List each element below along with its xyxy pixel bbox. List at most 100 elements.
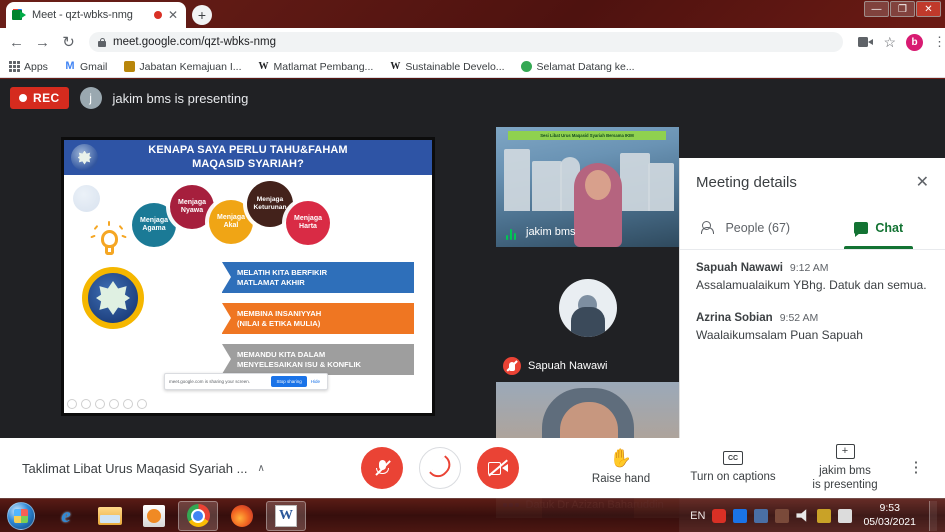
more-options-icon[interactable]: ⋮ (901, 460, 931, 475)
tab-chat[interactable]: Chat (813, 206, 945, 249)
windows-taskbar: e EN 9:53 05/03/2021 (0, 498, 945, 532)
word-icon (275, 504, 297, 527)
bookmark-label: Gmail (79, 60, 108, 73)
browser-tab-meet[interactable]: Meet - qzt-wbks-nmg ✕ (6, 2, 186, 28)
taskbar-microsoft-word[interactable] (266, 500, 306, 531)
meeting-title-group[interactable]: Taklimat Libat Urus Maqasid Syariah ... … (0, 461, 340, 476)
message-author: Azrina Sobian (696, 311, 773, 324)
camera-toggle-button[interactable] (477, 447, 519, 489)
chevron-up-icon[interactable]: ∧ (257, 463, 264, 474)
minimize-icon[interactable]: — (864, 1, 889, 17)
forward-icon[interactable]: → (34, 34, 51, 51)
bookmark-gmail[interactable]: M Gmail (64, 61, 107, 73)
bookmark-label: Apps (24, 60, 48, 73)
tab-people[interactable]: People (67) (680, 206, 813, 249)
participant-tile-sapuah-nawawi[interactable]: Sapuah Nawawi (496, 247, 679, 382)
start-button[interactable] (0, 500, 42, 532)
hardware-tray-icon[interactable] (775, 508, 790, 523)
captions-button[interactable]: CC Turn on captions (677, 451, 789, 484)
hangup-button[interactable] (419, 447, 461, 489)
present-status-line2: is presenting (812, 479, 878, 491)
internet-explorer-icon: e (61, 503, 71, 527)
volume-tray-icon[interactable] (796, 509, 807, 522)
clock-date: 05/03/2021 (863, 515, 916, 528)
circle-label-line2: Keturunan (253, 204, 287, 211)
network-tray-icon[interactable] (754, 508, 769, 523)
slide-menu-icon[interactable] (109, 399, 119, 409)
bookmark-star-icon[interactable]: ☆ (883, 35, 896, 49)
more-slide-options-icon[interactable] (137, 399, 147, 409)
close-icon[interactable]: ✕ (916, 172, 929, 192)
shared-screen-frame[interactable]: KENAPA SAYA PERLU TAHU&FAHAM MAQASID SYA… (61, 137, 435, 416)
bar-label-line1: MEMBINA INSANIYYAH (237, 308, 322, 318)
circle-label-line1: Menjaga (216, 213, 245, 221)
show-desktop-button[interactable] (929, 500, 937, 531)
phone-hangup-icon (430, 462, 450, 474)
bookmark-matlamat[interactable]: W Matlamat Pembang... (258, 61, 374, 73)
taskbar-file-explorer[interactable] (90, 501, 130, 531)
bookmark-jakim[interactable]: Jabatan Kemajuan I... (123, 61, 242, 73)
meet-control-bar: Taklimat Libat Urus Maqasid Syariah ... … (0, 438, 945, 498)
chat-message: Azrina Sobian 9:52 AM Waalaikumsalam Pua… (696, 312, 929, 344)
taskbar-apps: e (46, 500, 306, 531)
chrome-menu-icon[interactable]: ⋮ (933, 35, 945, 48)
language-indicator[interactable]: EN (690, 510, 705, 522)
clock-time: 9:53 (879, 502, 900, 515)
share-message: meet.google.com is sharing your screen. (169, 379, 251, 384)
presentation-slide: KENAPA SAYA PERLU TAHU&FAHAM MAQASID SYA… (64, 140, 432, 413)
meet-header: REC j jakim bms is presenting (0, 79, 679, 117)
close-icon[interactable]: ✕ (168, 9, 180, 21)
antivirus-tray-icon[interactable] (712, 508, 727, 523)
maximize-icon[interactable]: ❐ (890, 1, 915, 17)
participant-name: Sapuah Nawawi (528, 360, 608, 372)
taskbar-media-player[interactable] (134, 501, 174, 531)
slide-body: Menjaga Agama Menjaga Nyawa Menjaga Akal (64, 175, 432, 413)
presenter-avatar: j (79, 87, 102, 109)
message-time: 9:52 AM (779, 311, 819, 324)
zoom-icon[interactable] (123, 399, 133, 409)
bookmark-selamat[interactable]: Selamat Datang ke... (521, 61, 635, 73)
apps-grid-icon (8, 61, 20, 73)
taskbar-google-chrome[interactable] (178, 500, 218, 531)
slideshow-controls[interactable] (67, 399, 147, 409)
taskbar-internet-explorer[interactable]: e (46, 501, 86, 531)
camera-permission-icon[interactable] (858, 37, 874, 47)
firefox-icon (231, 504, 253, 527)
new-tab-button[interactable]: + (192, 5, 212, 25)
window-close-icon[interactable]: ✕ (916, 1, 941, 17)
bookmark-apps[interactable]: Apps (8, 61, 48, 73)
bar-label-line2: MENYELESAIKAN ISU & KONFLIK (237, 359, 362, 369)
back-icon[interactable]: ← (8, 34, 25, 51)
maqasid-globe-icon (82, 267, 144, 329)
address-bar[interactable]: meet.google.com/qzt-wbks-nmg (89, 32, 844, 52)
prev-slide-icon[interactable] (67, 399, 77, 409)
present-now-button[interactable]: + jakim bms is presenting (789, 443, 901, 493)
present-status-line1: jakim bms (819, 464, 871, 477)
taskbar-firefox[interactable] (222, 501, 262, 531)
call-controls (340, 447, 540, 489)
raise-hand-label: Raise hand (591, 473, 651, 486)
next-slide-icon[interactable] (81, 399, 91, 409)
recording-badge: REC (10, 87, 69, 109)
participant-tile-jakim-bms[interactable]: Sesi Libat Urus Maqasid Syariah Bersama … (496, 127, 679, 247)
action-center-tray-icon[interactable] (838, 508, 853, 523)
chat-icon (854, 221, 869, 237)
slide-title-line2: MAQASID SYARIAH? (192, 157, 304, 170)
present-status-label: jakim bms is presenting (812, 464, 877, 493)
reload-icon[interactable]: ↻ (60, 34, 77, 51)
taskbar-clock[interactable]: 9:53 05/03/2021 (859, 502, 920, 528)
bookmark-sustainable[interactable]: W Sustainable Develo... (389, 61, 504, 73)
raise-hand-button[interactable]: ✋ Raise hand (565, 449, 677, 486)
stop-sharing-button[interactable]: Stop sharing (271, 376, 307, 387)
bluetooth-tray-icon[interactable] (733, 508, 748, 523)
bar-label-line1: MEMANDU KITA DALAM (237, 349, 326, 359)
profile-avatar[interactable]: b (906, 33, 923, 51)
hide-button[interactable]: Hide (311, 379, 323, 384)
pen-tool-icon[interactable] (95, 399, 105, 409)
update-tray-icon[interactable] (817, 508, 832, 523)
mic-toggle-button[interactable] (361, 447, 403, 489)
wikipedia-icon: W (258, 60, 269, 72)
message-time: 9:12 AM (789, 262, 829, 274)
bar-melatih-berfikir: MELATIH KITA BERFIKIR MATLAMAT AKHIR (222, 262, 414, 293)
chat-message-list: Sapuah Nawawi 9:12 AM Assalamualaikum YB… (680, 250, 945, 344)
